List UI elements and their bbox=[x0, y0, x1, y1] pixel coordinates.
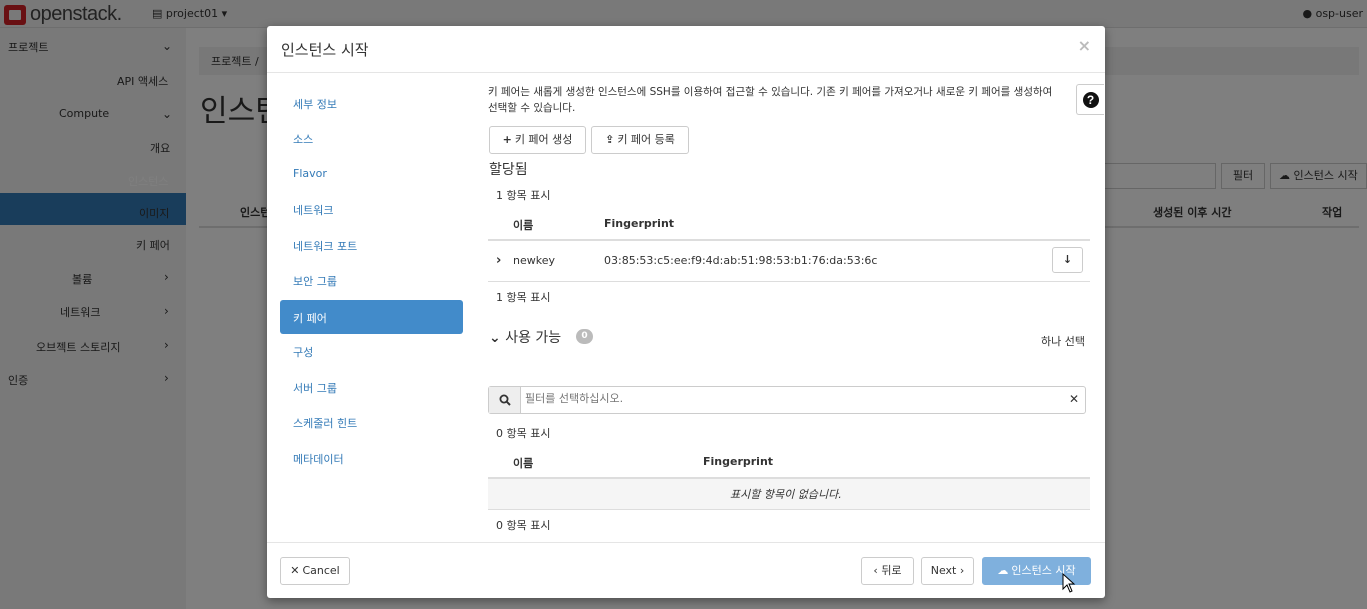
cancel-label: Cancel bbox=[302, 564, 340, 577]
question-icon: ? bbox=[1082, 91, 1099, 108]
close-icon: ✕ bbox=[290, 564, 300, 577]
wizard-step-scheduler-hints[interactable]: 스케줄러 힌트 bbox=[280, 405, 463, 439]
back-button[interactable]: ‹ 뒤로 bbox=[861, 557, 914, 585]
arrow-down-icon: ↓ bbox=[1062, 253, 1073, 266]
available-col-fingerprint: Fingerprint bbox=[703, 455, 774, 468]
wizard-step-networks[interactable]: 네트워크 bbox=[280, 192, 463, 226]
keypair-help-text: 키 페어는 새롭게 생성한 인스턴스에 SSH를 이용하여 접근할 수 있습니다… bbox=[488, 86, 1053, 114]
available-heading-label: 사용 가능 bbox=[505, 330, 562, 346]
available-count-bottom: 0 항목 표시 bbox=[496, 519, 551, 532]
wizard-step-flavor[interactable]: Flavor bbox=[280, 157, 463, 191]
available-count-top: 0 항목 표시 bbox=[496, 427, 551, 440]
allocated-count-bottom: 1 항목 표시 bbox=[496, 291, 551, 304]
plus-icon: + bbox=[502, 133, 512, 146]
create-keypair-button[interactable]: + 키 페어 생성 bbox=[489, 126, 586, 154]
wizard-step-details[interactable]: 세부 정보 bbox=[280, 86, 463, 120]
wizard-step-keypair[interactable]: 키 페어 bbox=[280, 300, 463, 334]
allocated-count-top: 1 항목 표시 bbox=[496, 189, 551, 202]
upload-icon: ⇪ bbox=[605, 133, 615, 146]
wizard-step-security-groups[interactable]: 보안 그룹 bbox=[280, 263, 463, 297]
chevron-down-icon: ⌄ bbox=[489, 330, 501, 346]
help-button[interactable]: ? bbox=[1076, 84, 1104, 115]
available-heading[interactable]: ⌄ 사용 가능 bbox=[489, 327, 561, 347]
chevron-right-icon[interactable]: › bbox=[496, 253, 501, 268]
wizard-step-server-groups[interactable]: 서버 그룹 bbox=[280, 370, 463, 404]
cloud-upload-icon: ☁ bbox=[997, 564, 1009, 577]
clear-filter-icon[interactable]: ✕ bbox=[1069, 392, 1079, 406]
deallocate-button[interactable]: ↓ bbox=[1052, 247, 1083, 273]
allocated-row-fingerprint: 03:85:53:c5:ee:f9:4d:ab:51:98:53:b1:76:d… bbox=[604, 254, 878, 267]
wizard-step-metadata[interactable]: 메타데이터 bbox=[280, 441, 463, 475]
available-col-name: 이름 bbox=[513, 457, 534, 470]
launch-instance-modal: 인스턴스 시작 × 세부 정보 소스 Flavor 네트워크 네트워크 포트 보… bbox=[267, 26, 1105, 598]
modal-title: 인스턴스 시작 bbox=[281, 41, 369, 59]
allocated-heading: 할당됨 bbox=[489, 162, 528, 178]
wizard-step-source[interactable]: 소스 bbox=[280, 121, 463, 155]
wizard-step-configuration[interactable]: 구성 bbox=[280, 334, 463, 368]
allocated-row-name: newkey bbox=[513, 254, 555, 267]
empty-message: 표시할 항목이 없습니다. bbox=[730, 488, 842, 501]
next-button[interactable]: Next › bbox=[921, 557, 974, 585]
allocated-col-name: 이름 bbox=[513, 219, 534, 232]
import-keypair-button[interactable]: ⇪ 키 페어 등록 bbox=[591, 126, 689, 154]
available-filter: ✕ bbox=[488, 386, 1086, 414]
close-icon[interactable]: × bbox=[1078, 36, 1091, 55]
mouse-cursor-icon bbox=[1062, 573, 1076, 593]
create-keypair-label: 키 페어 생성 bbox=[514, 133, 573, 146]
import-keypair-label: 키 페어 등록 bbox=[617, 133, 675, 146]
available-row-divider bbox=[488, 509, 1090, 510]
available-count-badge: 0 bbox=[576, 329, 593, 344]
available-filter-input[interactable] bbox=[525, 392, 1025, 405]
select-one-label: 하나 선택 bbox=[1041, 335, 1085, 348]
allocated-col-fingerprint: Fingerprint bbox=[604, 217, 675, 230]
cancel-button[interactable]: ✕ Cancel bbox=[280, 557, 350, 585]
modal-footer: ✕ Cancel ‹ 뒤로 Next › ☁ 인스턴스 시작 bbox=[267, 542, 1105, 598]
search-icon bbox=[489, 387, 521, 413]
allocated-table-header-divider bbox=[488, 239, 1090, 241]
modal-header: 인스턴스 시작 × bbox=[267, 26, 1105, 73]
allocated-row-divider bbox=[488, 281, 1090, 282]
wizard-step-network-ports[interactable]: 네트워크 포트 bbox=[280, 228, 463, 262]
